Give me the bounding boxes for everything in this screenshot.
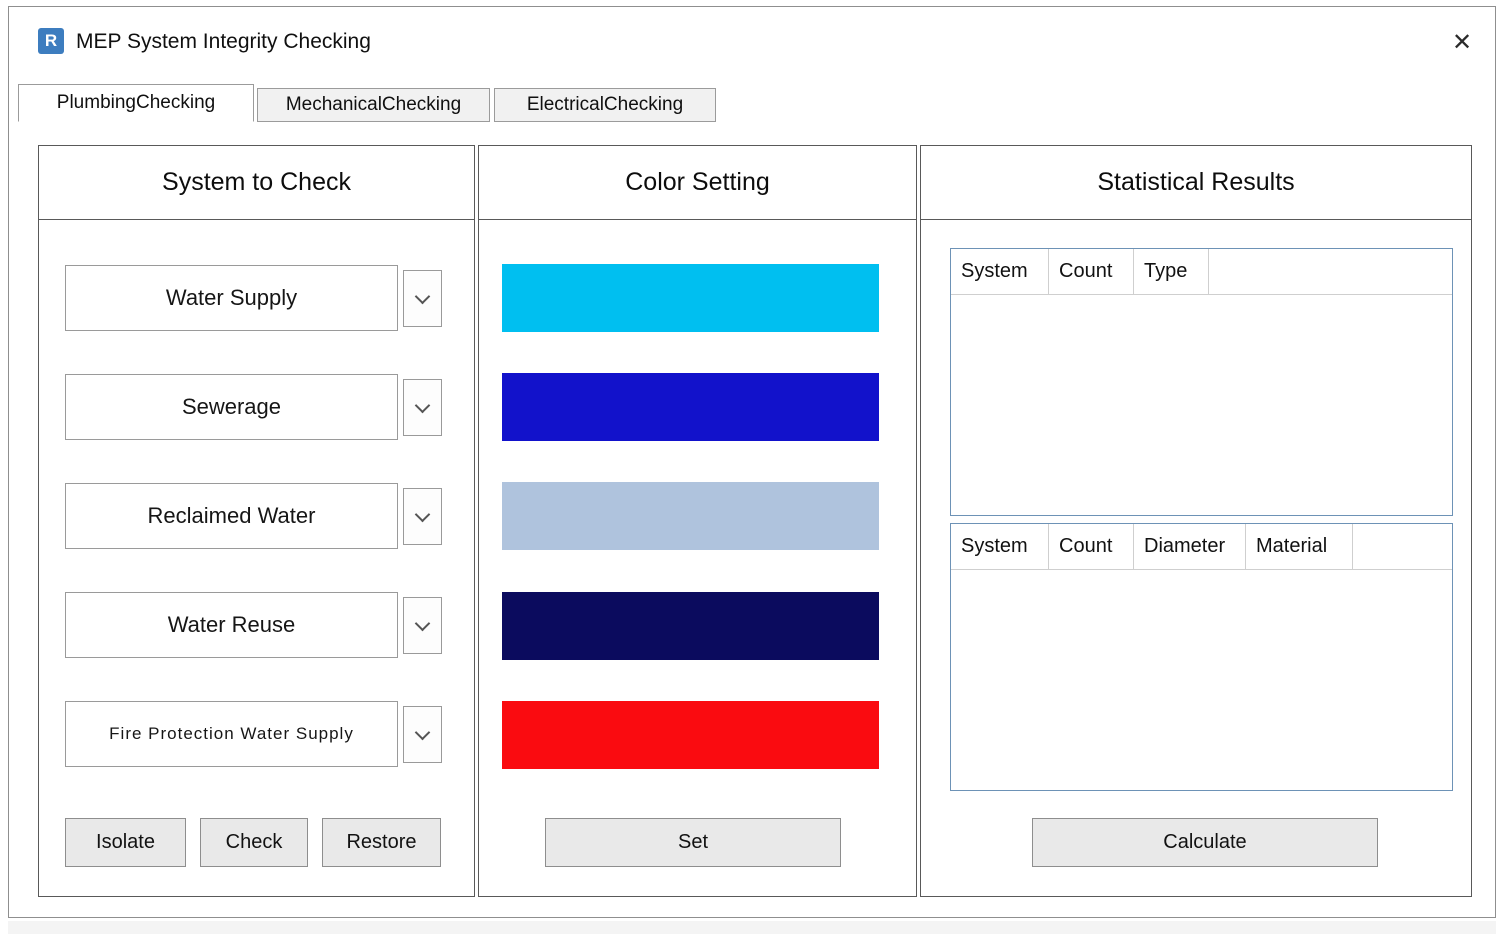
combo-fire-protection-water-supply[interactable]: Fire Protection Water Supply: [65, 701, 398, 767]
color-swatch-sewerage[interactable]: [502, 373, 879, 441]
chevron-down-icon: [414, 288, 431, 304]
check-button[interactable]: Check: [200, 818, 308, 867]
chevron-down-icon: [414, 615, 431, 631]
pipe-results-table: System Count Diameter Material: [950, 523, 1453, 791]
screen: R MEP System Integrity Checking ✕ Plumbi…: [0, 0, 1510, 934]
color-swatch-reclaimed-water[interactable]: [502, 482, 879, 550]
partial-occluded-content-strip: [8, 921, 1496, 934]
combo-water-reuse[interactable]: Water Reuse: [65, 592, 398, 658]
combo-water-supply-dropdown-button[interactable]: [403, 270, 442, 327]
tab-mechanical-checking[interactable]: MechanicalChecking: [257, 88, 490, 122]
pipe-table-header-row: System Count Diameter Material: [951, 524, 1452, 570]
type-table-header-type[interactable]: Type: [1134, 249, 1209, 294]
combo-reclaimed-water-dropdown-button[interactable]: [403, 488, 442, 545]
pipe-table-header-count[interactable]: Count: [1049, 524, 1134, 569]
color-swatch-fire-protection[interactable]: [502, 701, 879, 769]
combo-sewerage-dropdown-button[interactable]: [403, 379, 442, 436]
chevron-down-icon: [414, 506, 431, 522]
tab-plumbing-checking[interactable]: PlumbingChecking: [18, 84, 254, 122]
pipe-table-header-system[interactable]: System: [951, 524, 1049, 569]
combo-reclaimed-water[interactable]: Reclaimed Water: [65, 483, 398, 549]
type-table-body-empty: [951, 294, 1452, 515]
combo-fire-protection-dropdown-button[interactable]: [403, 706, 442, 763]
type-results-table: System Count Type: [950, 248, 1453, 516]
results-panel-title: Statistical Results: [1097, 168, 1295, 196]
combo-sewerage[interactable]: Sewerage: [65, 374, 398, 440]
tab-electrical-checking[interactable]: ElectricalChecking: [494, 88, 716, 122]
calculate-button[interactable]: Calculate: [1032, 818, 1378, 867]
type-table-header-count[interactable]: Count: [1049, 249, 1134, 294]
set-button[interactable]: Set: [545, 818, 841, 867]
system-panel-header: System to Check: [39, 146, 474, 220]
color-panel-header: Color Setting: [479, 146, 916, 220]
pipe-table-body-empty: [951, 569, 1452, 790]
combo-water-reuse-dropdown-button[interactable]: [403, 597, 442, 654]
color-panel-title: Color Setting: [625, 168, 770, 196]
combo-water-supply[interactable]: Water Supply: [65, 265, 398, 331]
restore-button[interactable]: Restore: [322, 818, 441, 867]
color-swatch-water-supply[interactable]: [502, 264, 879, 332]
type-table-header-system[interactable]: System: [951, 249, 1049, 294]
results-panel-header: Statistical Results: [921, 146, 1471, 220]
close-icon[interactable]: ✕: [1446, 26, 1478, 58]
isolate-button[interactable]: Isolate: [65, 818, 186, 867]
type-table-header-row: System Count Type: [951, 249, 1452, 295]
pipe-table-header-material[interactable]: Material: [1246, 524, 1353, 569]
chevron-down-icon: [414, 724, 431, 740]
revit-app-icon: R: [38, 28, 64, 54]
window-title: MEP System Integrity Checking: [76, 30, 371, 53]
pipe-table-header-diameter[interactable]: Diameter: [1134, 524, 1246, 569]
chevron-down-icon: [414, 397, 431, 413]
color-swatch-water-reuse[interactable]: [502, 592, 879, 660]
system-panel-title: System to Check: [162, 168, 351, 196]
